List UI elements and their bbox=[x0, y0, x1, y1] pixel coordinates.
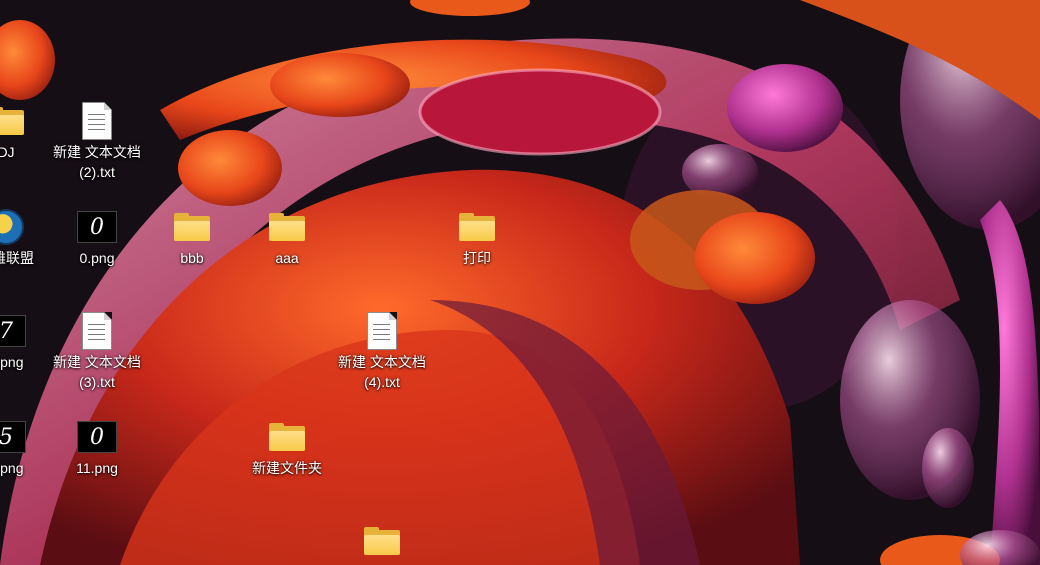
icon-label: 英雄联盟 bbox=[0, 250, 34, 266]
desktop-icon-folder-new[interactable]: 新建文件夹 bbox=[241, 412, 333, 504]
desktop-icon-png-0[interactable]: 0 0.png bbox=[51, 202, 143, 294]
icon-label: DJ bbox=[0, 144, 15, 160]
folder-icon bbox=[174, 213, 210, 241]
icon-label: 新建 文本文档 (2).txt bbox=[53, 144, 141, 180]
icon-label: 新建文件夹 bbox=[252, 460, 322, 476]
icon-label: 0.png bbox=[79, 250, 115, 266]
icon-label: 7.png bbox=[0, 354, 24, 370]
icon-label: 新建 文本文档 (3).txt bbox=[53, 354, 141, 390]
text-file-icon bbox=[82, 102, 112, 140]
icon-label: bbb bbox=[180, 250, 204, 266]
image-thumbnail-icon: 0 bbox=[77, 421, 117, 453]
desktop-icon-folder-bbb[interactable]: bbb bbox=[146, 202, 238, 294]
text-file-icon bbox=[82, 312, 112, 350]
icon-label: aaa bbox=[275, 250, 299, 266]
image-thumbnail-icon: 5 bbox=[0, 421, 26, 453]
desktop-icon-txt-3[interactable]: 新建 文本文档 (3).txt bbox=[51, 306, 143, 398]
folder-icon bbox=[364, 527, 400, 555]
icon-label: 新建 文本文档 (4).txt bbox=[338, 354, 426, 390]
image-thumbnail-icon: 0 bbox=[77, 211, 117, 243]
folder-icon bbox=[0, 107, 24, 135]
icon-label: 11.png bbox=[76, 460, 118, 476]
desktop-icon-game[interactable]: 英雄联盟 bbox=[0, 202, 52, 294]
folder-icon bbox=[269, 213, 305, 241]
desktop-icon-png-5[interactable]: 5 5.png bbox=[0, 412, 52, 504]
icon-label: 打印 bbox=[463, 250, 491, 266]
folder-icon bbox=[459, 213, 495, 241]
desktop-icon-folder-aaa[interactable]: aaa bbox=[241, 202, 333, 294]
folder-icon-partial-top[interactable]: DJ bbox=[0, 96, 52, 188]
desktop-icon-png-7[interactable]: 7 7.png bbox=[0, 306, 52, 398]
image-thumbnail-icon: 7 bbox=[0, 315, 26, 347]
desktop-icon-png-11[interactable]: 0 11.png bbox=[51, 412, 143, 504]
game-icon bbox=[0, 209, 24, 245]
desktop-icon-folder-print[interactable]: 打印 bbox=[431, 202, 523, 294]
icon-label: 5.png bbox=[0, 460, 24, 476]
folder-icon bbox=[269, 423, 305, 451]
desktop-icon-txt-2[interactable]: 新建 文本文档 (2).txt bbox=[51, 96, 143, 188]
text-file-icon bbox=[367, 312, 397, 350]
desktop-icon-txt-4[interactable]: 新建 文本文档 (4).txt bbox=[336, 306, 428, 398]
desktop-icon-folder-bottom[interactable] bbox=[336, 516, 428, 565]
